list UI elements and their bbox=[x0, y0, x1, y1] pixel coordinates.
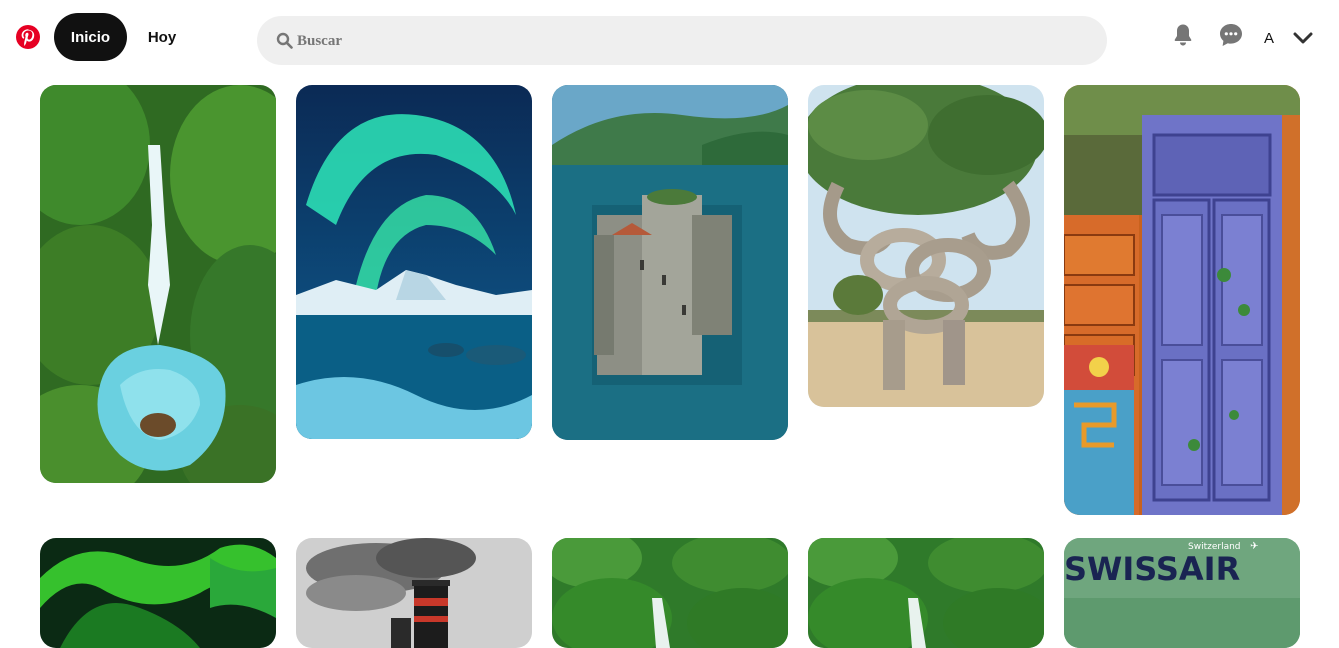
pin-card[interactable] bbox=[296, 85, 532, 439]
chat-icon[interactable] bbox=[1218, 22, 1244, 48]
pin-image bbox=[808, 538, 1044, 648]
pin-card[interactable] bbox=[808, 538, 1044, 648]
avatar[interactable]: A bbox=[1258, 28, 1280, 50]
pin-card[interactable] bbox=[808, 85, 1044, 407]
pin-card[interactable] bbox=[40, 538, 276, 648]
pin-image bbox=[296, 85, 532, 439]
pin-card[interactable] bbox=[40, 85, 276, 483]
pinterest-logo-icon[interactable] bbox=[15, 24, 41, 50]
pin-image bbox=[552, 538, 788, 648]
nav-today-button[interactable]: Hoy bbox=[133, 13, 191, 61]
pin-image bbox=[296, 538, 532, 648]
search-icon bbox=[276, 32, 293, 49]
pin-card[interactable]: Switzerland ✈ SWISSAIR bbox=[1064, 538, 1300, 648]
chevron-down-icon[interactable] bbox=[1293, 31, 1313, 45]
airplane-icon: ✈ bbox=[1250, 541, 1259, 552]
pin-card[interactable] bbox=[552, 85, 788, 440]
bell-icon[interactable] bbox=[1170, 22, 1196, 48]
pin-card[interactable] bbox=[1064, 85, 1300, 515]
pin-card[interactable] bbox=[296, 538, 532, 648]
pin-image bbox=[1064, 85, 1300, 515]
nav-home-button[interactable]: Inicio bbox=[54, 13, 127, 61]
pin-image bbox=[552, 85, 788, 440]
top-nav-bar: Inicio Hoy A bbox=[0, 0, 1339, 76]
search-input[interactable] bbox=[295, 16, 1079, 67]
poster-brand-text: SWISSAIR bbox=[1064, 550, 1241, 588]
pin-image bbox=[40, 538, 276, 648]
pin-image bbox=[40, 85, 276, 483]
pin-card[interactable] bbox=[552, 538, 788, 648]
pin-image bbox=[808, 85, 1044, 407]
search-bar[interactable] bbox=[257, 16, 1107, 67]
